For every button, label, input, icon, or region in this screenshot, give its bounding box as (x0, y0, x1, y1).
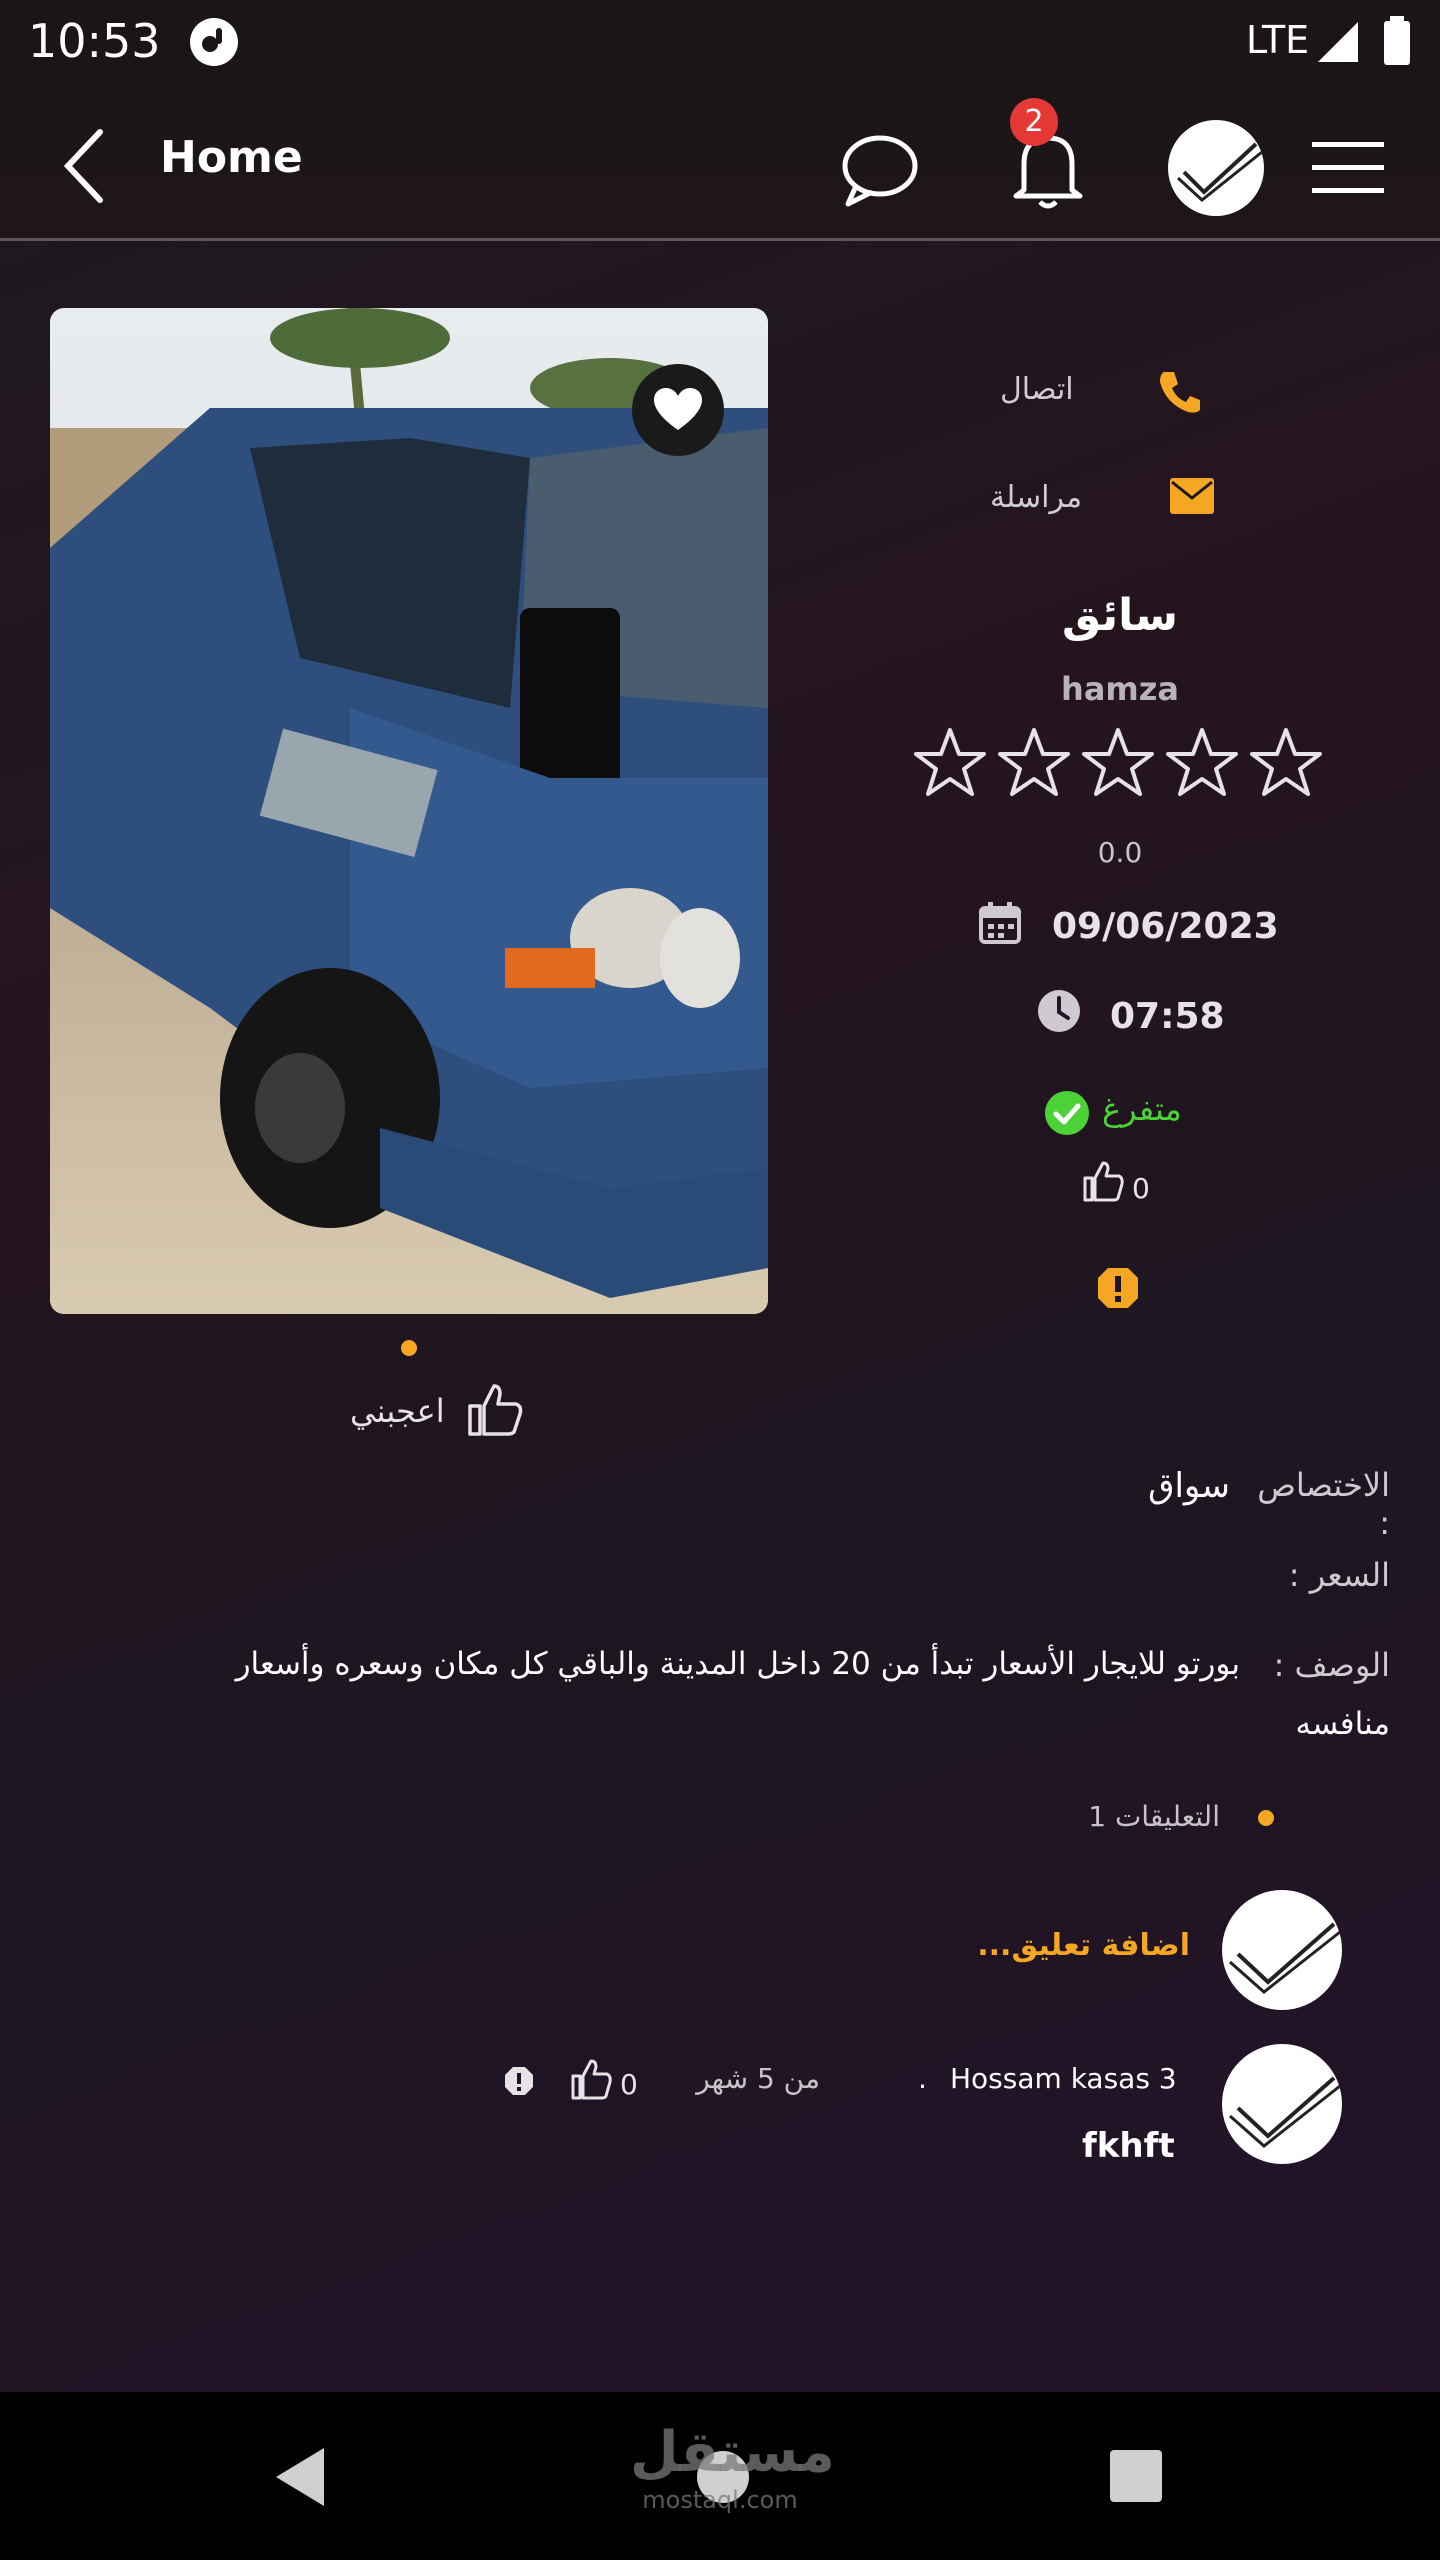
listing-date: 09/06/2023 (1052, 906, 1279, 947)
calendar-icon (979, 902, 1021, 944)
phone-icon[interactable] (1156, 368, 1202, 414)
chat-icon[interactable] (838, 130, 920, 210)
thumbs-up-icon[interactable] (466, 1382, 524, 1438)
role-title: سائق (1062, 590, 1178, 641)
description-line-1: بورتو للايجار الأسعار تبدأ من 20 داخل ال… (235, 1646, 1240, 1682)
comment-separator-dot: . (918, 2062, 927, 2095)
comments-header: التعليقات 1 (1088, 1800, 1220, 1833)
watermark-url: mostaql.com (642, 2486, 798, 2514)
description-label: الوصف : (1273, 1646, 1390, 1684)
comment-avatar (1222, 2044, 1342, 2164)
specialty-value: سواق (1148, 1466, 1230, 1506)
comments-dot (1258, 1810, 1274, 1826)
price-label: السعر : (1288, 1556, 1390, 1594)
battery-icon (1384, 16, 1410, 65)
avatar[interactable] (1168, 120, 1264, 216)
status-time: 10:53 (28, 14, 161, 68)
rating-value: 0.0 (1097, 836, 1143, 869)
comment-text: fkhft (1082, 2126, 1175, 2166)
message-label[interactable]: مراسلة (990, 480, 1140, 515)
comment-like-icon[interactable] (570, 2058, 612, 2102)
carousel-dot (401, 1340, 417, 1356)
nav-back-icon[interactable] (272, 2446, 328, 2508)
likes-count: 0 (1132, 1172, 1150, 1205)
comment-avatar-self (1222, 1890, 1342, 2010)
comment-report-icon[interactable] (504, 2066, 534, 2096)
comment-author: Hossam kasas 3 (950, 2062, 1177, 2095)
specialty-label: الاختصاص : (1257, 1466, 1390, 1542)
vehicle-photo[interactable] (50, 308, 768, 1314)
mail-icon[interactable] (1168, 476, 1216, 516)
check-circle-icon (1045, 1091, 1089, 1135)
page-title: Home (160, 132, 303, 183)
listing-time: 07:58 (1110, 996, 1225, 1037)
network-label: LTE (1246, 18, 1310, 62)
likes-thumb-icon[interactable] (1082, 1160, 1124, 1204)
menu-icon[interactable] (1310, 140, 1386, 196)
rating-stars (912, 724, 1328, 804)
notification-badge: 2 (1010, 98, 1058, 146)
like-button-label[interactable]: اعجبني (350, 1392, 445, 1430)
availability-status: متفرغ (1102, 1090, 1182, 1128)
comment-likes-count: 0 (620, 2068, 638, 2101)
favorite-button[interactable] (632, 364, 724, 456)
status-app-icon (190, 18, 238, 66)
signal-icon (1318, 22, 1358, 62)
description-line-2: منافسه (1295, 1706, 1391, 1742)
nav-recents-icon[interactable] (1108, 2448, 1164, 2504)
add-comment-input[interactable]: اضافة تعليق... (900, 1928, 1190, 1963)
clock-icon (1038, 990, 1080, 1032)
watermark-logo: مستقل (630, 2420, 835, 2485)
comment-time: من 5 شهر (696, 2062, 820, 2095)
username: hamza (1061, 670, 1179, 708)
call-label[interactable]: اتصال (1000, 372, 1120, 407)
report-icon[interactable] (1096, 1266, 1140, 1310)
back-icon[interactable] (60, 126, 106, 206)
